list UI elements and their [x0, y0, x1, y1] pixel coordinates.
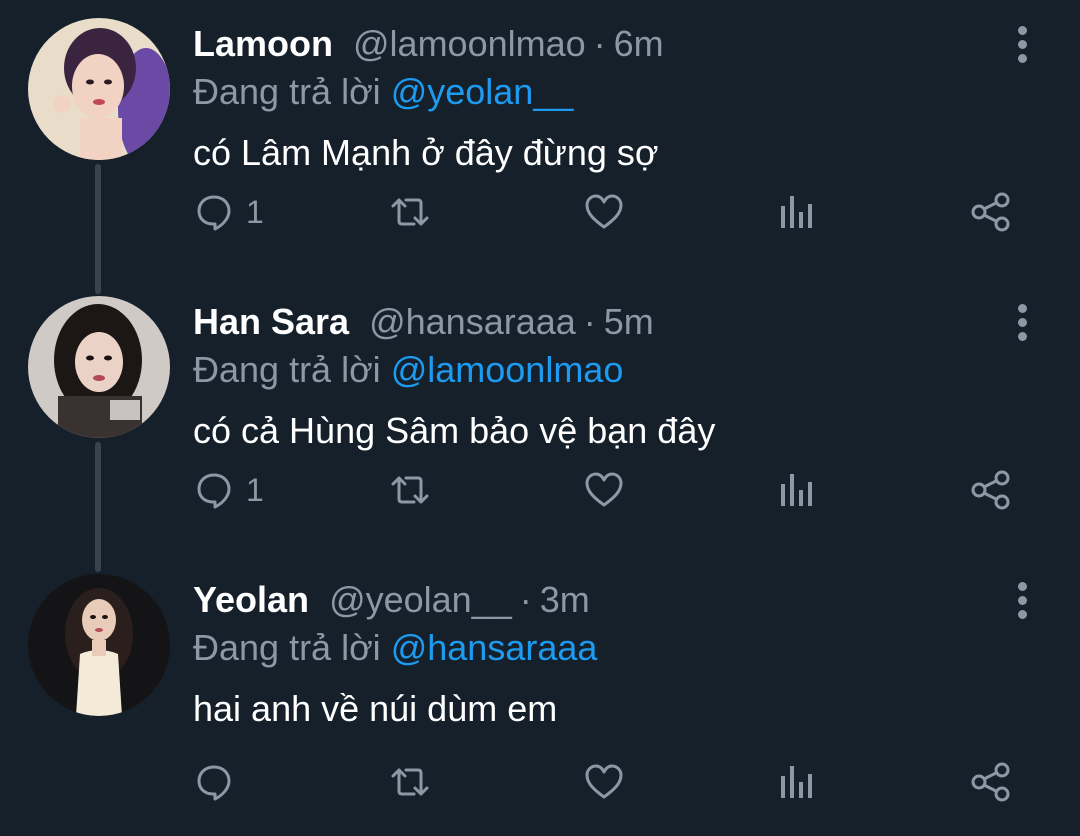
timestamp[interactable]: 3m [540, 580, 590, 620]
retweet-icon [391, 476, 429, 504]
tweet[interactable]: Lamoon @lamoonlmao · 6m Đang trả lời @ye… [0, 0, 1080, 280]
replying-to: Đang trả lời @lamoonlmao [193, 350, 623, 390]
retweet-button[interactable] [386, 184, 434, 240]
action-bar: 1 [0, 462, 1080, 518]
retweet-icon [391, 768, 429, 796]
separator-dot: · [593, 23, 606, 64]
username[interactable]: @hansaraaa [369, 302, 576, 342]
mention-link[interactable]: @hansaraaa [391, 627, 598, 668]
timestamp[interactable]: 6m [614, 24, 664, 64]
more-vertical-icon[interactable] [1008, 24, 1036, 64]
tweet-text: hai anh về núi dùm em [193, 688, 558, 729]
reply-count: 1 [246, 472, 264, 508]
retweet-button[interactable] [386, 754, 434, 810]
reply-icon [197, 473, 231, 509]
replying-to: Đang trả lời @hansaraaa [193, 628, 597, 668]
more-vertical-icon[interactable] [1008, 302, 1036, 342]
analytics-icon [781, 196, 812, 228]
separator-dot: · [583, 301, 596, 342]
replying-to-label: Đang trả lời [193, 71, 381, 112]
display-name[interactable]: Lamoon [193, 24, 333, 64]
reply-icon [197, 765, 231, 801]
views-button[interactable] [778, 184, 814, 240]
avatar[interactable] [28, 574, 170, 716]
reply-count: 1 [246, 194, 264, 230]
tweet-text: có cả Hùng Sâm bảo vệ bạn đây [193, 410, 716, 451]
timestamp[interactable]: 5m [604, 302, 654, 342]
reply-button[interactable]: 1 [194, 184, 264, 240]
display-name[interactable]: Yeolan [193, 580, 309, 620]
mention-link[interactable]: @yeolan__ [391, 71, 574, 112]
tweet[interactable]: Yeolan @yeolan__ · 3m Đang trả lời @hans… [0, 556, 1080, 836]
reply-icon [197, 195, 231, 231]
analytics-icon [781, 474, 812, 506]
action-bar: 1 [0, 184, 1080, 240]
share-button[interactable] [970, 462, 1012, 518]
share-icon [971, 470, 1010, 510]
reply-button[interactable]: 1 [194, 462, 264, 518]
replying-to: Đang trả lời @yeolan__ [193, 72, 573, 112]
action-bar [0, 754, 1080, 810]
retweet-button[interactable] [386, 462, 434, 518]
share-icon [971, 192, 1010, 232]
views-button[interactable] [778, 462, 814, 518]
views-button[interactable] [778, 754, 814, 810]
username[interactable]: @lamoonlmao [353, 24, 586, 64]
share-icon [971, 762, 1010, 802]
separator-dot: · [519, 579, 532, 620]
more-vertical-icon[interactable] [1008, 580, 1036, 620]
avatar[interactable] [28, 18, 170, 160]
heart-icon [585, 472, 623, 507]
replying-to-label: Đang trả lời [193, 349, 381, 390]
reply-thread: Lamoon @lamoonlmao · 6m Đang trả lời @ye… [0, 0, 1080, 812]
like-button[interactable] [583, 184, 625, 240]
analytics-icon [781, 766, 812, 798]
display-name[interactable]: Han Sara [193, 302, 349, 342]
replying-to-label: Đang trả lời [193, 627, 381, 668]
heart-icon [585, 764, 623, 799]
tweet-header: Han Sara @hansaraaa · 5m [193, 302, 654, 342]
retweet-icon [391, 198, 429, 226]
tweet-header: Yeolan @yeolan__ · 3m [193, 580, 590, 620]
tweet-text: có Lâm Mạnh ở đây đừng sợ [193, 132, 659, 173]
mention-link[interactable]: @lamoonlmao [391, 349, 624, 390]
tweet-header: Lamoon @lamoonlmao · 6m [193, 24, 664, 64]
reply-button[interactable] [194, 754, 246, 810]
share-button[interactable] [970, 754, 1012, 810]
like-button[interactable] [583, 754, 625, 810]
avatar[interactable] [28, 296, 170, 438]
heart-icon [585, 194, 623, 229]
tweet[interactable]: Han Sara @hansaraaa · 5m Đang trả lời @l… [0, 278, 1080, 558]
share-button[interactable] [970, 184, 1012, 240]
like-button[interactable] [583, 462, 625, 518]
username[interactable]: @yeolan__ [329, 580, 512, 620]
